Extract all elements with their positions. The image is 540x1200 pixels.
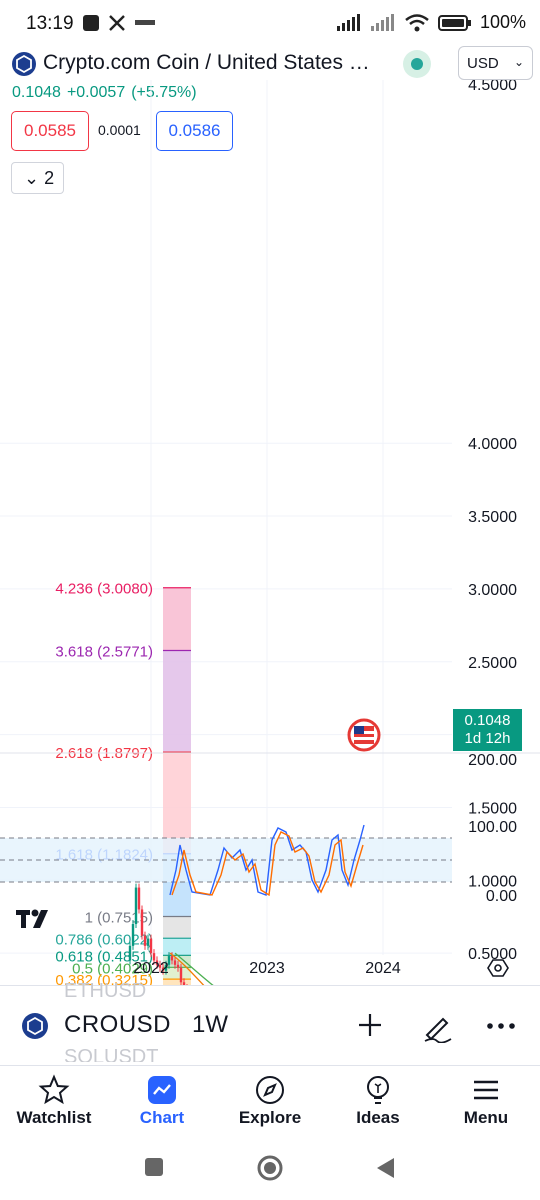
oscillator-axis-label: 0.00 bbox=[486, 888, 517, 905]
chart-header: Crypto.com Coin / United States … USD ⌄ bbox=[0, 46, 540, 84]
gallery-notification-icon bbox=[83, 15, 99, 31]
fib-level-label: 0.786 (0.6022) bbox=[55, 931, 153, 948]
signal-2-icon bbox=[370, 13, 394, 31]
chevron-down-icon: ⌄ bbox=[513, 55, 524, 69]
oscillator-axis-label: 200.00 bbox=[468, 752, 517, 769]
currency-value: USD bbox=[467, 55, 499, 72]
notification-icons bbox=[82, 14, 156, 32]
interval-selector[interactable]: 1W bbox=[192, 1011, 228, 1039]
chart-settings-icon[interactable] bbox=[487, 957, 509, 979]
lightbulb-icon bbox=[367, 1076, 389, 1104]
fib-level-label: 4.236 (3.0080) bbox=[55, 581, 153, 598]
x-app-icon bbox=[109, 15, 125, 31]
time-axis-label: 2024 bbox=[365, 960, 401, 977]
last-price-tag: 0.1048 1d 12h bbox=[453, 709, 522, 751]
status-time: 13:19 bbox=[26, 13, 74, 34]
candle-body bbox=[149, 938, 153, 954]
price-axis-label: 2.5000 bbox=[468, 655, 517, 672]
nav-label: Explore bbox=[238, 1108, 302, 1127]
signal-icon bbox=[336, 13, 360, 31]
fib-level-label: 2.618 (1.8797) bbox=[55, 745, 153, 762]
candle-body bbox=[176, 964, 180, 968]
cro-logo-icon bbox=[16, 54, 32, 74]
nav-watchlist[interactable]: Watchlist bbox=[0, 1066, 108, 1137]
candle-body bbox=[128, 945, 132, 961]
bottom-navigation: Watchlist Chart Explore Ideas Menu bbox=[0, 1065, 540, 1137]
tradingview-logo-icon[interactable] bbox=[16, 906, 60, 930]
nav-explore[interactable]: Explore bbox=[216, 1066, 324, 1137]
prev-symbol-ghost: ETHUSD bbox=[64, 980, 147, 1002]
fib-zone bbox=[163, 587, 191, 651]
time-axis-label: 2023 bbox=[249, 960, 285, 977]
back-icon[interactable] bbox=[374, 1156, 396, 1180]
candle-body bbox=[143, 935, 147, 946]
candle-body bbox=[173, 960, 177, 965]
bar-countdown: 1d 12h bbox=[464, 730, 511, 747]
candle-body bbox=[170, 956, 174, 961]
symbol-bar: ETHUSD CROUSD 1W SOLUSDT bbox=[0, 980, 540, 1065]
chart-icon bbox=[148, 1076, 176, 1104]
compass-icon bbox=[256, 1076, 284, 1104]
star-icon bbox=[38, 1074, 70, 1105]
system-status-icons: 100% bbox=[336, 12, 526, 33]
battery-icon bbox=[437, 14, 471, 31]
time-axis-label: 2022 bbox=[133, 960, 169, 977]
add-icon[interactable] bbox=[356, 1011, 384, 1039]
next-symbol-ghost: SOLUSDT bbox=[64, 1046, 159, 1062]
currency-select[interactable]: USD ⌄ bbox=[458, 46, 533, 80]
news-notification-icon bbox=[135, 20, 155, 25]
fib-zone bbox=[163, 916, 191, 939]
last-price-tag-value: 0.1048 bbox=[464, 712, 511, 729]
candle-body bbox=[140, 909, 144, 936]
fib-zone bbox=[163, 938, 191, 956]
cro-coin-icon bbox=[22, 1013, 48, 1039]
price-chart[interactable]: 4.00003.50003.00002.50002.00001.50001.00… bbox=[0, 80, 540, 985]
price-axis-label: 3.0000 bbox=[468, 582, 517, 599]
fib-zone bbox=[163, 650, 191, 753]
fib-level-label: 3.618 (2.5771) bbox=[55, 644, 153, 661]
nav-label: Chart bbox=[139, 1108, 185, 1127]
price-axis-label: 3.5000 bbox=[468, 509, 517, 526]
flag-stripe-white bbox=[354, 737, 374, 740]
nav-menu[interactable]: Menu bbox=[432, 1066, 540, 1137]
battery-level: 100% bbox=[479, 12, 526, 32]
candle-body bbox=[179, 967, 183, 983]
status-bar: 13:19 100% bbox=[0, 0, 540, 48]
more-options-icon[interactable] bbox=[486, 1022, 516, 1030]
cro-coin-icon bbox=[12, 52, 36, 76]
candle-body bbox=[137, 887, 141, 910]
drawing-tool-icon[interactable] bbox=[421, 1011, 453, 1043]
system-navigation-bar bbox=[0, 1140, 540, 1200]
nav-label: Ideas bbox=[356, 1108, 400, 1127]
oscillator-axis-label: 100.00 bbox=[468, 819, 517, 836]
hamburger-icon bbox=[474, 1080, 498, 1100]
price-axis-label: 1.5000 bbox=[468, 800, 517, 817]
flag-canton bbox=[354, 726, 364, 734]
price-axis-label-cut: 4.5000 bbox=[468, 80, 517, 94]
symbol-name[interactable]: CROUSD bbox=[64, 1011, 171, 1039]
price-axis-label: 4.0000 bbox=[468, 436, 517, 453]
candle-body bbox=[131, 924, 135, 946]
symbol-title[interactable]: Crypto.com Coin / United States … bbox=[43, 51, 370, 75]
nav-label: Menu bbox=[463, 1108, 509, 1127]
market-open-indicator[interactable] bbox=[403, 50, 431, 78]
candle-body bbox=[134, 887, 138, 925]
wifi-icon bbox=[405, 13, 429, 31]
cro-logo-icon bbox=[27, 1016, 43, 1036]
live-dot-icon bbox=[411, 58, 423, 70]
nav-ideas[interactable]: Ideas bbox=[324, 1066, 432, 1137]
recents-icon[interactable] bbox=[144, 1157, 164, 1177]
candle-body bbox=[146, 938, 150, 946]
nav-chart[interactable]: Chart bbox=[108, 1066, 216, 1137]
nav-label: Watchlist bbox=[16, 1108, 92, 1127]
home-icon[interactable] bbox=[256, 1154, 284, 1182]
